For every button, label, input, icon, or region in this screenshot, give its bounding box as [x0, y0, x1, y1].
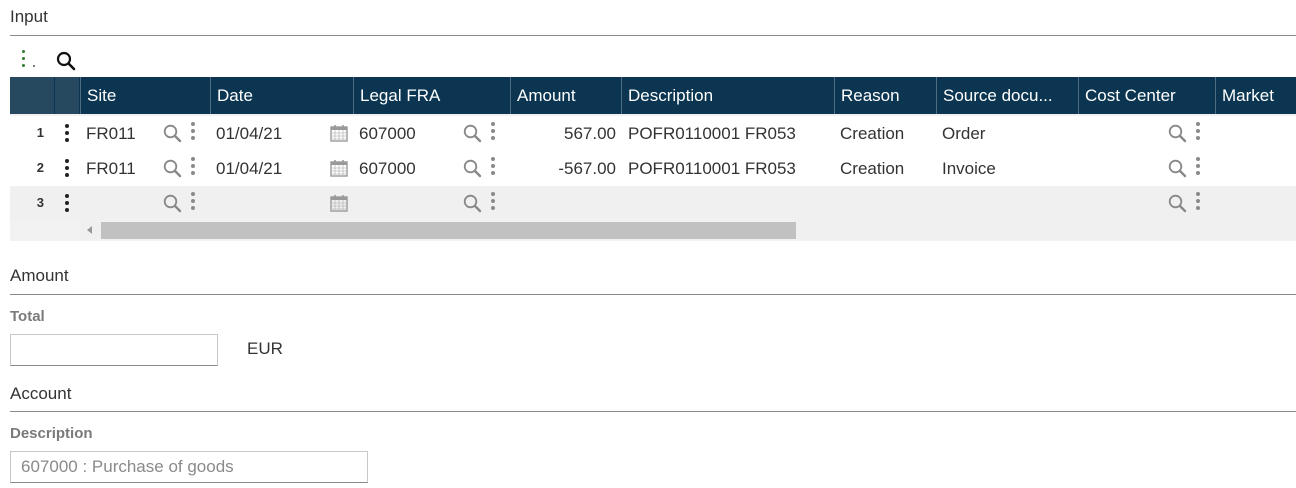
legal-more-icon[interactable] — [491, 192, 495, 213]
grid-corner-menu — [55, 77, 79, 114]
cell-date[interactable]: 01/04/21 — [216, 151, 282, 186]
scroll-left-icon[interactable] — [87, 226, 92, 234]
cell-site[interactable]: FR011 — [86, 151, 136, 186]
cell-reason[interactable]: Creation — [840, 116, 904, 151]
column-header-cost-center[interactable]: Cost Center — [1078, 77, 1216, 114]
input-section-divider — [10, 35, 1296, 36]
column-header-reason[interactable]: Reason — [834, 77, 937, 114]
table-row[interactable]: 1 FR011 01/04/21 607000 567.00 POFR01100… — [10, 116, 1296, 151]
amount-section-title: Amount — [10, 266, 69, 285]
cell-amount[interactable]: 567.00 — [510, 116, 616, 151]
site-search-icon[interactable] — [163, 159, 182, 178]
legal-search-icon[interactable] — [463, 124, 482, 143]
row-menu-icon[interactable] — [65, 194, 71, 214]
column-header-market[interactable]: Market — [1215, 77, 1296, 114]
table-row-empty[interactable]: 3 — [10, 186, 1296, 221]
description-label: Description — [10, 425, 93, 442]
cost-center-search-icon[interactable] — [1168, 194, 1187, 213]
vertical-dots-icon[interactable] — [20, 50, 28, 70]
site-search-icon[interactable] — [163, 124, 182, 143]
row-menu-icon[interactable] — [65, 124, 71, 144]
currency-label: EUR — [247, 339, 283, 358]
cell-amount[interactable]: -567.00 — [510, 151, 616, 186]
input-grid: Site Date Legal FRA Amount Description R… — [10, 77, 1296, 241]
column-header-site[interactable]: Site — [80, 77, 211, 114]
site-more-icon[interactable] — [191, 122, 195, 143]
legal-more-icon[interactable] — [491, 157, 495, 178]
column-header-amount[interactable]: Amount — [510, 77, 622, 114]
horizontal-scrollbar[interactable] — [81, 222, 1296, 239]
cell-source-document[interactable]: Invoice — [942, 151, 996, 186]
grid-corner — [10, 77, 54, 114]
cell-description[interactable]: POFR0110001 FR053 — [628, 151, 796, 186]
row-menu-icon[interactable] — [65, 159, 71, 179]
cell-site[interactable]: FR011 — [86, 116, 136, 151]
column-header-description[interactable]: Description — [621, 77, 835, 114]
legal-more-icon[interactable] — [491, 122, 495, 143]
cost-center-search-icon[interactable] — [1168, 159, 1187, 178]
cost-center-more-icon[interactable] — [1196, 122, 1200, 143]
grid-toolbar — [10, 48, 90, 72]
amount-section-divider — [10, 294, 1296, 295]
total-label: Total — [10, 308, 45, 325]
table-row[interactable]: 2 FR011 01/04/21 607000 -567.00 POFR0110… — [10, 151, 1296, 186]
dot-icon — [33, 65, 35, 67]
row-number: 2 — [36, 160, 44, 175]
site-more-icon[interactable] — [191, 192, 195, 213]
cell-description[interactable]: POFR0110001 FR053 — [628, 116, 796, 151]
cell-source-document[interactable]: Order — [942, 116, 985, 151]
cost-center-more-icon[interactable] — [1196, 192, 1200, 213]
input-section-title: Input — [10, 7, 48, 26]
column-header-source-document[interactable]: Source docu... — [936, 77, 1079, 114]
account-section-divider — [10, 411, 1296, 412]
account-section-title: Account — [10, 384, 72, 403]
cell-legal-fra[interactable]: 607000 — [359, 151, 416, 186]
cost-center-search-icon[interactable] — [1168, 124, 1187, 143]
cost-center-more-icon[interactable] — [1196, 157, 1200, 178]
column-header-date[interactable]: Date — [210, 77, 354, 114]
legal-search-icon[interactable] — [463, 159, 482, 178]
total-field[interactable] — [10, 334, 218, 366]
grid-header: Site Date Legal FRA Amount Description R… — [10, 77, 1296, 114]
site-search-icon[interactable] — [163, 194, 182, 213]
row-number: 3 — [36, 195, 44, 210]
cell-date[interactable]: 01/04/21 — [216, 116, 282, 151]
cell-reason[interactable]: Creation — [840, 151, 904, 186]
scrollbar-thumb[interactable] — [101, 222, 796, 239]
search-icon[interactable] — [56, 51, 76, 71]
calendar-icon[interactable] — [330, 159, 348, 177]
account-description-field[interactable]: 607000 : Purchase of goods — [10, 451, 368, 483]
site-more-icon[interactable] — [191, 157, 195, 178]
row-number: 1 — [36, 125, 44, 140]
column-header-legal-fra[interactable]: Legal FRA — [353, 77, 511, 114]
calendar-icon[interactable] — [330, 124, 348, 142]
legal-search-icon[interactable] — [463, 194, 482, 213]
cell-legal-fra[interactable]: 607000 — [359, 116, 416, 151]
calendar-icon[interactable] — [330, 194, 348, 212]
